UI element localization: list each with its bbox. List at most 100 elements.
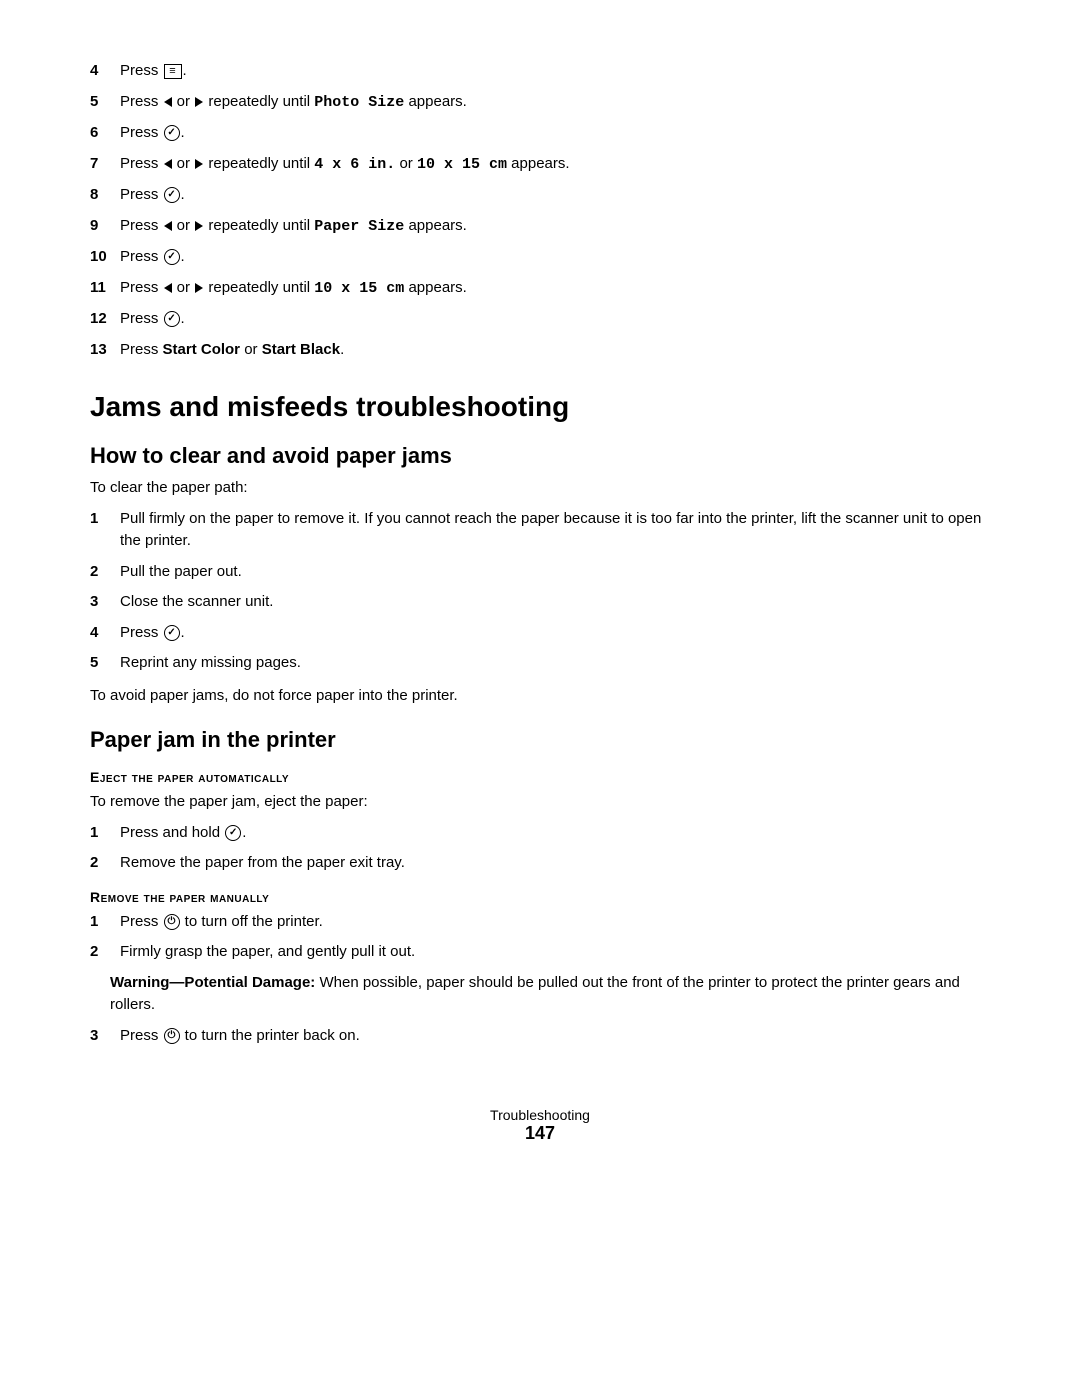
clear-intro: To clear the paper path:: [90, 477, 990, 500]
footer-page: 147: [90, 1123, 990, 1144]
power-icon: ⏻: [164, 914, 180, 930]
list-item: 13Press Start Color or Start Black.: [90, 339, 990, 362]
eject-heading: Eject the paper automatically: [90, 769, 990, 785]
warning-label: Warning—Potential Damage:: [110, 974, 315, 991]
step-number: 13: [90, 339, 120, 362]
list-item: 3Close the scanner unit.: [90, 591, 990, 614]
step-content: Press ✓.: [120, 184, 990, 207]
subsection2-heading: Paper jam in the printer: [90, 727, 990, 753]
menu-icon: ≡: [164, 64, 182, 79]
step-number: 1: [90, 822, 120, 845]
step-content: Press or repeatedly until 10 x 15 cm app…: [120, 277, 990, 301]
bold-text: Start Black: [262, 341, 340, 358]
top-steps-list: 4Press ≡.5Press or repeatedly until Phot…: [90, 60, 990, 361]
list-item: 1Pull firmly on the paper to remove it. …: [90, 508, 990, 553]
list-item: 7Press or repeatedly until 4 x 6 in. or …: [90, 153, 990, 177]
list-item: 1Press ⏻ to turn off the printer.: [90, 911, 990, 934]
step-content: Press ⏻ to turn off the printer.: [120, 911, 990, 934]
step-number: 2: [90, 561, 120, 584]
arrow-right-icon: [195, 221, 203, 231]
code-text: Photo Size: [314, 94, 404, 111]
step-content: Reprint any missing pages.: [120, 652, 990, 675]
step-content: Press Start Color or Start Black.: [120, 339, 990, 362]
step-content: Remove the paper from the paper exit tra…: [120, 852, 990, 875]
list-item: 1Press and hold ✓.: [90, 822, 990, 845]
list-item: 12Press ✓.: [90, 308, 990, 331]
step-number: 1: [90, 911, 120, 934]
remove-step3-list: 3Press ⏻ to turn the printer back on.: [90, 1025, 990, 1048]
warning-block: Warning—Potential Damage: When possible,…: [110, 972, 970, 1017]
code-text: 4 x 6 in.: [314, 156, 395, 173]
checkmark-icon: ✓: [164, 311, 180, 327]
step-content: Press ✓.: [120, 622, 990, 645]
arrow-left-icon: [164, 221, 172, 231]
step-number: 7: [90, 153, 120, 177]
arrow-left-icon: [164, 97, 172, 107]
arrow-right-icon: [195, 97, 203, 107]
step-number: 2: [90, 941, 120, 964]
checkmark-icon: ✓: [164, 125, 180, 141]
footer: Troubleshooting 147: [90, 1107, 990, 1144]
step-number: 3: [90, 591, 120, 614]
step-number: 4: [90, 60, 120, 83]
list-item: 5Reprint any missing pages.: [90, 652, 990, 675]
code-text: 10 x 15 cm: [314, 280, 404, 297]
step-number: 1: [90, 508, 120, 553]
remove-steps-list: 1Press ⏻ to turn off the printer.2Firmly…: [90, 911, 990, 964]
list-item: 8Press ✓.: [90, 184, 990, 207]
step-content: Press or repeatedly until Photo Size app…: [120, 91, 990, 115]
step-number: 10: [90, 246, 120, 269]
code-text: 10 x 15 cm: [417, 156, 507, 173]
list-item: 11Press or repeatedly until 10 x 15 cm a…: [90, 277, 990, 301]
list-item: 6Press ✓.: [90, 122, 990, 145]
arrow-right-icon: [195, 159, 203, 169]
step-number: 8: [90, 184, 120, 207]
step-content: Close the scanner unit.: [120, 591, 990, 614]
footer-label: Troubleshooting: [90, 1107, 990, 1123]
step-number: 2: [90, 852, 120, 875]
list-item: 3Press ⏻ to turn the printer back on.: [90, 1025, 990, 1048]
step-content: Press ✓.: [120, 246, 990, 269]
step-number: 6: [90, 122, 120, 145]
clear-steps-list: 1Pull firmly on the paper to remove it. …: [90, 508, 990, 675]
checkmark-icon: ✓: [164, 625, 180, 641]
checkmark-icon: ✓: [164, 187, 180, 203]
arrow-left-icon: [164, 283, 172, 293]
arrow-right-icon: [195, 283, 203, 293]
step-content: Press and hold ✓.: [120, 822, 990, 845]
step-content: Press ⏻ to turn the printer back on.: [120, 1025, 990, 1048]
eject-steps-list: 1Press and hold ✓.2Remove the paper from…: [90, 822, 990, 875]
list-item: 5Press or repeatedly until Photo Size ap…: [90, 91, 990, 115]
bold-text: Start Color: [163, 341, 241, 358]
step-content: Pull firmly on the paper to remove it. I…: [120, 508, 990, 553]
step-number: 12: [90, 308, 120, 331]
avoid-text: To avoid paper jams, do not force paper …: [90, 685, 990, 708]
step-number: 5: [90, 652, 120, 675]
step-content: Press or repeatedly until 4 x 6 in. or 1…: [120, 153, 990, 177]
step-number: 4: [90, 622, 120, 645]
code-text: Paper Size: [314, 218, 404, 235]
step-number: 11: [90, 277, 120, 301]
power-icon: ⏻: [164, 1028, 180, 1044]
step-content: Press or repeatedly until Paper Size app…: [120, 215, 990, 239]
subsection1-heading: How to clear and avoid paper jams: [90, 443, 990, 469]
step-content: Press ≡.: [120, 60, 990, 83]
eject-intro: To remove the paper jam, eject the paper…: [90, 791, 990, 814]
list-item: 2Remove the paper from the paper exit tr…: [90, 852, 990, 875]
step-number: 3: [90, 1025, 120, 1048]
step-number: 5: [90, 91, 120, 115]
list-item: 2Firmly grasp the paper, and gently pull…: [90, 941, 990, 964]
arrow-left-icon: [164, 159, 172, 169]
list-item: 2Pull the paper out.: [90, 561, 990, 584]
step-content: Firmly grasp the paper, and gently pull …: [120, 941, 990, 964]
step-number: 9: [90, 215, 120, 239]
step-content: Press ✓.: [120, 122, 990, 145]
remove-heading: Remove the paper manually: [90, 889, 990, 905]
checkmark-icon: ✓: [225, 825, 241, 841]
list-item: 4Press ≡.: [90, 60, 990, 83]
list-item: 10Press ✓.: [90, 246, 990, 269]
list-item: 4Press ✓.: [90, 622, 990, 645]
checkmark-icon: ✓: [164, 249, 180, 265]
step-content: Pull the paper out.: [120, 561, 990, 584]
main-section-heading: Jams and misfeeds troubleshooting: [90, 391, 990, 423]
